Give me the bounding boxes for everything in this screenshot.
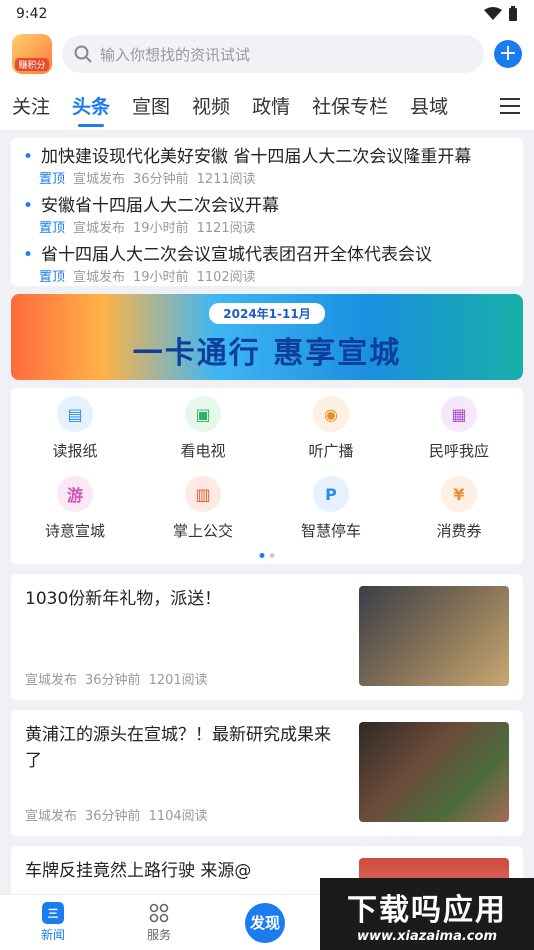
nav-news[interactable]: 三 新闻	[0, 902, 106, 943]
page-indicator	[259, 553, 275, 558]
bus-icon: ▥	[185, 476, 221, 512]
tv-icon: ▣	[185, 396, 221, 432]
banner-date: 2024年1-11月	[209, 302, 325, 324]
news-source: 宣城发布	[25, 809, 78, 824]
headline-source: 宣城发布	[73, 270, 126, 285]
service-label: 民呼我应	[428, 442, 489, 460]
battery-icon	[509, 6, 517, 21]
headline-time: 36分钟前	[133, 172, 189, 187]
headline-reads: 1102阅读	[196, 270, 256, 285]
headline-item[interactable]: 省十四届人大二次会议宣城代表团召开全体代表会议 置顶宣城发布 19小时前 1102阅…	[23, 240, 511, 285]
service-item[interactable]: ▥ 掌上公交	[139, 476, 267, 556]
tab-headlines[interactable]: 头条	[72, 92, 110, 119]
banner-slogan: 一卡通行 惠享宣城	[132, 335, 402, 371]
pin-badge: 置顶	[39, 172, 66, 187]
newspaper-icon: ▤	[57, 396, 93, 432]
service-label: 听广播	[308, 442, 354, 460]
news-card[interactable]: 1030份新年礼物，派送！ 宣城发布 36分钟前 1201阅读	[11, 574, 523, 700]
news-icon: 三	[42, 902, 64, 924]
channel-menu-icon[interactable]	[500, 98, 520, 119]
discover-button: 发现	[245, 902, 285, 943]
pinned-headlines: 加快建设现代化美好安徽 省十四届人大二次会议隆重开幕 置顶宣城发布36分钟前12…	[11, 138, 523, 286]
headline-time: 19小时前	[133, 221, 189, 236]
radio-icon: ◉	[313, 396, 349, 432]
service-label: 消费券	[436, 522, 482, 540]
service-item[interactable]: P 智慧停车	[267, 476, 395, 556]
news-title: 1030份新年礼物，派送！	[25, 589, 222, 609]
parking-icon: P	[313, 476, 349, 512]
pin-badge: 置顶	[39, 221, 66, 236]
tab-pictures[interactable]: 宣图	[132, 92, 170, 119]
search-bar: 赚积分 输入你想找的资讯试试 +	[0, 28, 534, 80]
news-time: 36分钟前	[85, 673, 141, 688]
search-input[interactable]: 输入你想找的资讯试试	[62, 35, 484, 73]
nav-services[interactable]: 服务	[106, 902, 212, 943]
tab-politics[interactable]: 政情	[252, 92, 290, 119]
service-label: 智慧停车	[300, 522, 361, 540]
promo-banner[interactable]: 2024年1-11月 一卡通行 惠享宣城	[11, 294, 523, 380]
search-placeholder: 输入你想找的资讯试试	[100, 45, 251, 64]
headline-reads: 1211阅读	[196, 172, 256, 187]
channel-tabs: 关注 头条 宣图 视频 政情 社保专栏 县域	[0, 80, 534, 130]
status-time: 9:42	[16, 6, 48, 22]
service-grid: ▤ 读报纸 ▣ 看电视 ◉ 听广播 ▦ 民呼我应 游诗意宣城 ▥ 掌上公交 P 智慧停车 ¥ 消费券	[11, 388, 523, 564]
pin-badge: 置顶	[39, 270, 66, 285]
system-icons	[484, 6, 518, 22]
service-item[interactable]: ▤ 读报纸	[11, 396, 139, 476]
service-label: 读报纸	[52, 442, 98, 460]
coupon-icon: ¥	[441, 476, 477, 512]
services-icon	[148, 902, 170, 924]
news-reads: 1201阅读	[148, 673, 208, 688]
status-bar: 9:42	[0, 0, 534, 28]
nav-discover[interactable]: 发现	[212, 902, 318, 943]
headline-title: 加快建设现代化美好安徽 省十四届人大二次会议隆重开幕	[23, 142, 511, 167]
headline-title: 省十四届人大二次会议宣城代表团召开全体代表会议	[23, 240, 511, 265]
news-thumbnail	[359, 722, 509, 822]
news-source: 宣城发布	[25, 673, 78, 688]
news-thumbnail	[359, 586, 509, 686]
service-item[interactable]: ¥ 消费券	[395, 476, 523, 556]
service-item[interactable]: ◉ 听广播	[267, 396, 395, 476]
news-time: 36分钟前	[85, 809, 141, 824]
service-label: 掌上公交	[172, 522, 233, 540]
headline-reads: 1121阅读	[196, 221, 256, 236]
headline-time: 19小时前	[133, 270, 189, 285]
chat-icon: ▦	[441, 396, 477, 432]
points-logo-icon[interactable]: 赚积分	[12, 34, 52, 74]
headline-item[interactable]: 安徽省十四届人大二次会议开幕 置顶宣城发布 19小时前 1121阅读	[23, 191, 511, 236]
headline-source: 宣城发布	[73, 172, 126, 187]
add-button[interactable]: +	[494, 40, 522, 68]
news-title: 黄浦江的源头在宣城？！最新研究成果来了	[25, 725, 331, 771]
headline-source: 宣城发布	[73, 221, 126, 236]
tab-follow[interactable]: 关注	[12, 92, 50, 119]
service-label: 看电视	[180, 442, 226, 460]
service-label: 诗意宣城	[44, 522, 105, 540]
headline-item[interactable]: 加快建设现代化美好安徽 省十四届人大二次会议隆重开幕 置顶宣城发布 36分钟前 12…	[23, 142, 511, 187]
service-item[interactable]: ▣ 看电视	[139, 396, 267, 476]
news-title: 车牌反挂竟然上路行驶 来源@	[25, 861, 252, 881]
service-item[interactable]: ▦ 民呼我应	[395, 396, 523, 476]
watermark-logo: 下载吗应用 www.xiazaima.com	[320, 878, 534, 950]
tab-video[interactable]: 视频	[192, 92, 230, 119]
tab-county[interactable]: 县域	[410, 92, 448, 119]
tab-social-security[interactable]: 社保专栏	[312, 92, 388, 119]
headline-title: 安徽省十四届人大二次会议开幕	[23, 191, 511, 216]
service-item[interactable]: 游诗意宣城	[11, 476, 139, 556]
travel-icon: 游	[57, 476, 93, 512]
search-icon	[74, 45, 92, 63]
news-reads: 1104阅读	[148, 809, 208, 824]
news-card[interactable]: 黄浦江的源头在宣城？！最新研究成果来了 宣城发布 36分钟前 1104阅读	[11, 710, 523, 836]
wifi-icon	[484, 7, 502, 20]
